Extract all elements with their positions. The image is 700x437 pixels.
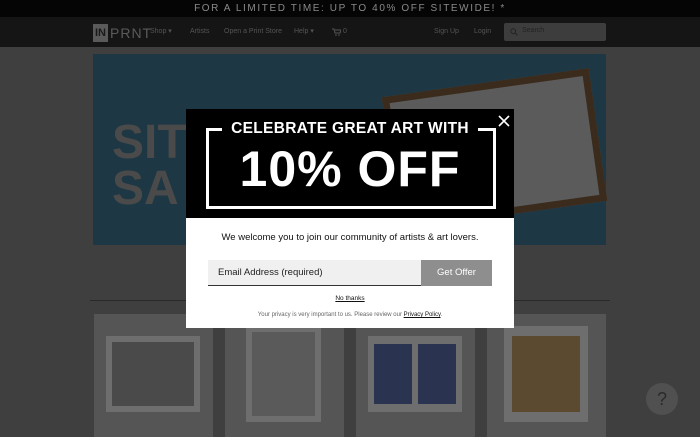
product-card[interactable] (225, 314, 344, 437)
nav-login[interactable]: Login (474, 26, 491, 38)
privacy-note: Your privacy is very important to us. Pl… (257, 312, 443, 318)
logo-in: IN (93, 24, 108, 42)
logo-prnt: PRNT (110, 25, 153, 41)
welcome-text: We welcome you to join our community of … (221, 232, 479, 243)
product-image-frame (368, 336, 462, 412)
product-image (512, 336, 580, 412)
product-card[interactable] (487, 314, 606, 437)
get-offer-button[interactable]: Get Offer (421, 260, 492, 286)
privacy-policy-link[interactable]: Privacy Policy (404, 312, 441, 318)
no-thanks-link[interactable]: No thanks (186, 295, 514, 302)
offer-modal-header: CELEBRATE GREAT ART WITH 10% OFF (186, 109, 514, 218)
nav-cart[interactable]: 0 (332, 26, 347, 38)
product-card[interactable] (94, 314, 213, 437)
email-field[interactable] (208, 260, 421, 286)
nav-artists[interactable]: Artists (190, 26, 209, 38)
nav-sign-up[interactable]: Sign Up (434, 26, 459, 38)
cart-count: 0 (343, 28, 347, 35)
cart-icon (332, 28, 341, 36)
inprnt-logo[interactable]: IN PRNT (93, 24, 152, 42)
nav-open-print-store[interactable]: Open a Print Store (224, 26, 282, 38)
help-button[interactable]: ? (646, 383, 678, 415)
search-placeholder: Search (522, 27, 545, 34)
product-image-frame (504, 326, 588, 422)
product-image (252, 332, 315, 416)
product-image (112, 342, 194, 406)
offer-percent: 10% OFF (239, 141, 461, 197)
product-image-frame (246, 326, 321, 422)
product-image-left (374, 344, 412, 404)
offer-modal: CELEBRATE GREAT ART WITH 10% OFF We welc… (186, 109, 514, 328)
search-box[interactable]: Search (504, 23, 606, 41)
offer-heading: CELEBRATE GREAT ART WITH (186, 120, 514, 138)
product-image-frame (106, 336, 200, 412)
search-icon (510, 28, 518, 36)
nav-help[interactable]: Help ▾ (294, 26, 314, 38)
nav-shop[interactable]: Shop ▾ (150, 26, 172, 38)
promo-bar[interactable]: FOR A LIMITED TIME: UP TO 40% OFF SITEWI… (0, 0, 700, 17)
product-card[interactable] (356, 314, 475, 437)
product-image-right (418, 344, 456, 404)
close-icon[interactable] (495, 112, 513, 130)
